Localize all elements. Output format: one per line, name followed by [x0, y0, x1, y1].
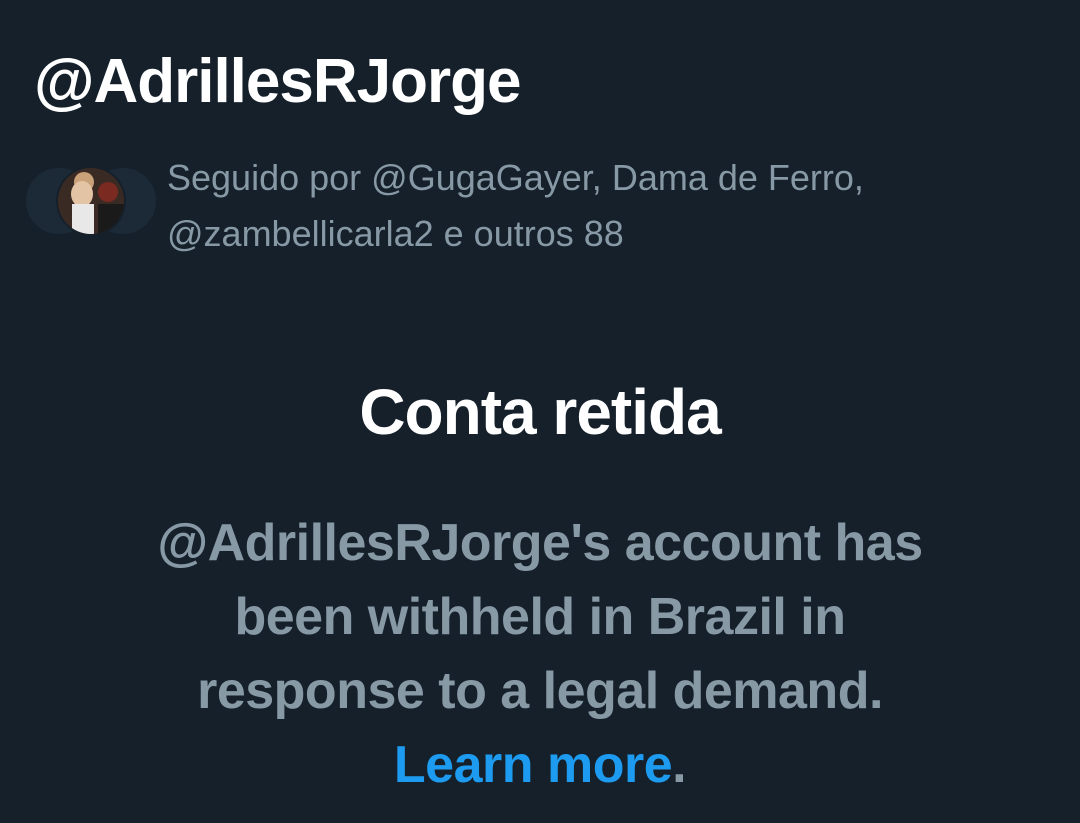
follower-avatars[interactable] — [24, 166, 158, 236]
followers-text-line-2: @zambellicarla2 e outros 88 — [167, 213, 624, 254]
withheld-message: @AdrillesRJorge's account has been withh… — [130, 506, 950, 802]
learn-more-link[interactable]: Learn more — [394, 736, 673, 794]
withheld-message-text: @AdrillesRJorge's account has been withh… — [157, 514, 923, 720]
withheld-message-period: . — [672, 736, 687, 794]
followers-you-know[interactable]: Seguido por @GugaGayer, Dama de Ferro, @… — [24, 150, 1024, 260]
withheld-title: Conta retida — [359, 376, 721, 448]
avatar-photo — [58, 168, 124, 234]
avatar[interactable] — [56, 166, 126, 236]
profile-handle: @AdrillesRJorge — [34, 47, 521, 116]
followers-text[interactable]: Seguido por @GugaGayer, Dama de Ferro, @… — [167, 150, 1017, 262]
followers-text-line-1: Seguido por @GugaGayer, Dama de Ferro, — [167, 157, 864, 198]
withheld-notice: Conta retida @AdrillesRJorge's account h… — [0, 372, 1080, 802]
